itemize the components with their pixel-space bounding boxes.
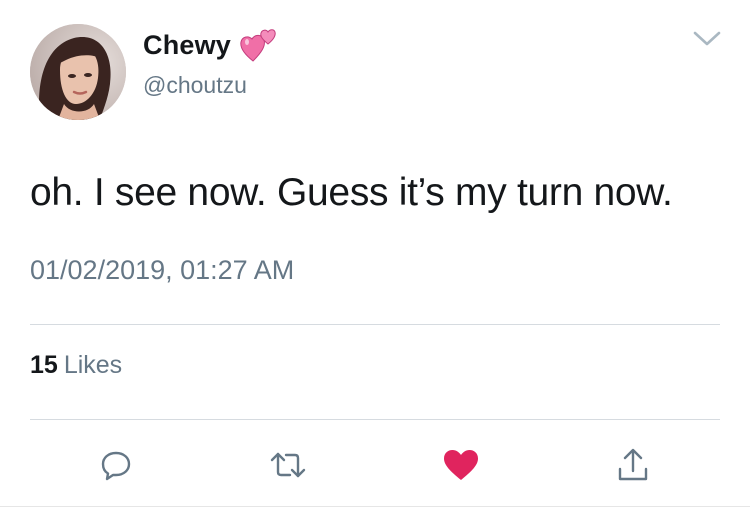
- tweet-timestamp: 01/02/2019, 01:27 AM: [30, 255, 295, 285]
- divider: [30, 324, 720, 325]
- display-name[interactable]: Chewy: [143, 30, 231, 61]
- bottom-edge: [0, 506, 750, 511]
- chevron-down-icon[interactable]: [692, 28, 722, 48]
- avatar[interactable]: [30, 24, 126, 120]
- reply-icon: [101, 451, 131, 481]
- user-handle[interactable]: @choutzu: [143, 72, 247, 99]
- reply-button[interactable]: [94, 443, 138, 487]
- divider: [30, 419, 720, 420]
- author-name-row: Chewy: [143, 28, 279, 62]
- heart-icon: [444, 450, 478, 480]
- like-button[interactable]: [439, 443, 483, 487]
- share-button[interactable]: [611, 443, 655, 487]
- retweet-button[interactable]: [266, 443, 310, 487]
- likes-label: Likes: [63, 351, 123, 379]
- likes-count: 15: [30, 351, 58, 379]
- share-icon: [618, 448, 648, 481]
- avatar-image: [30, 24, 126, 120]
- likes-stat[interactable]: 15 Likes: [30, 351, 122, 380]
- retweet-icon: [270, 452, 306, 478]
- tweet-text: oh. I see now. Guess it’s my turn now.: [30, 171, 673, 214]
- two-hearts-icon: [239, 27, 279, 63]
